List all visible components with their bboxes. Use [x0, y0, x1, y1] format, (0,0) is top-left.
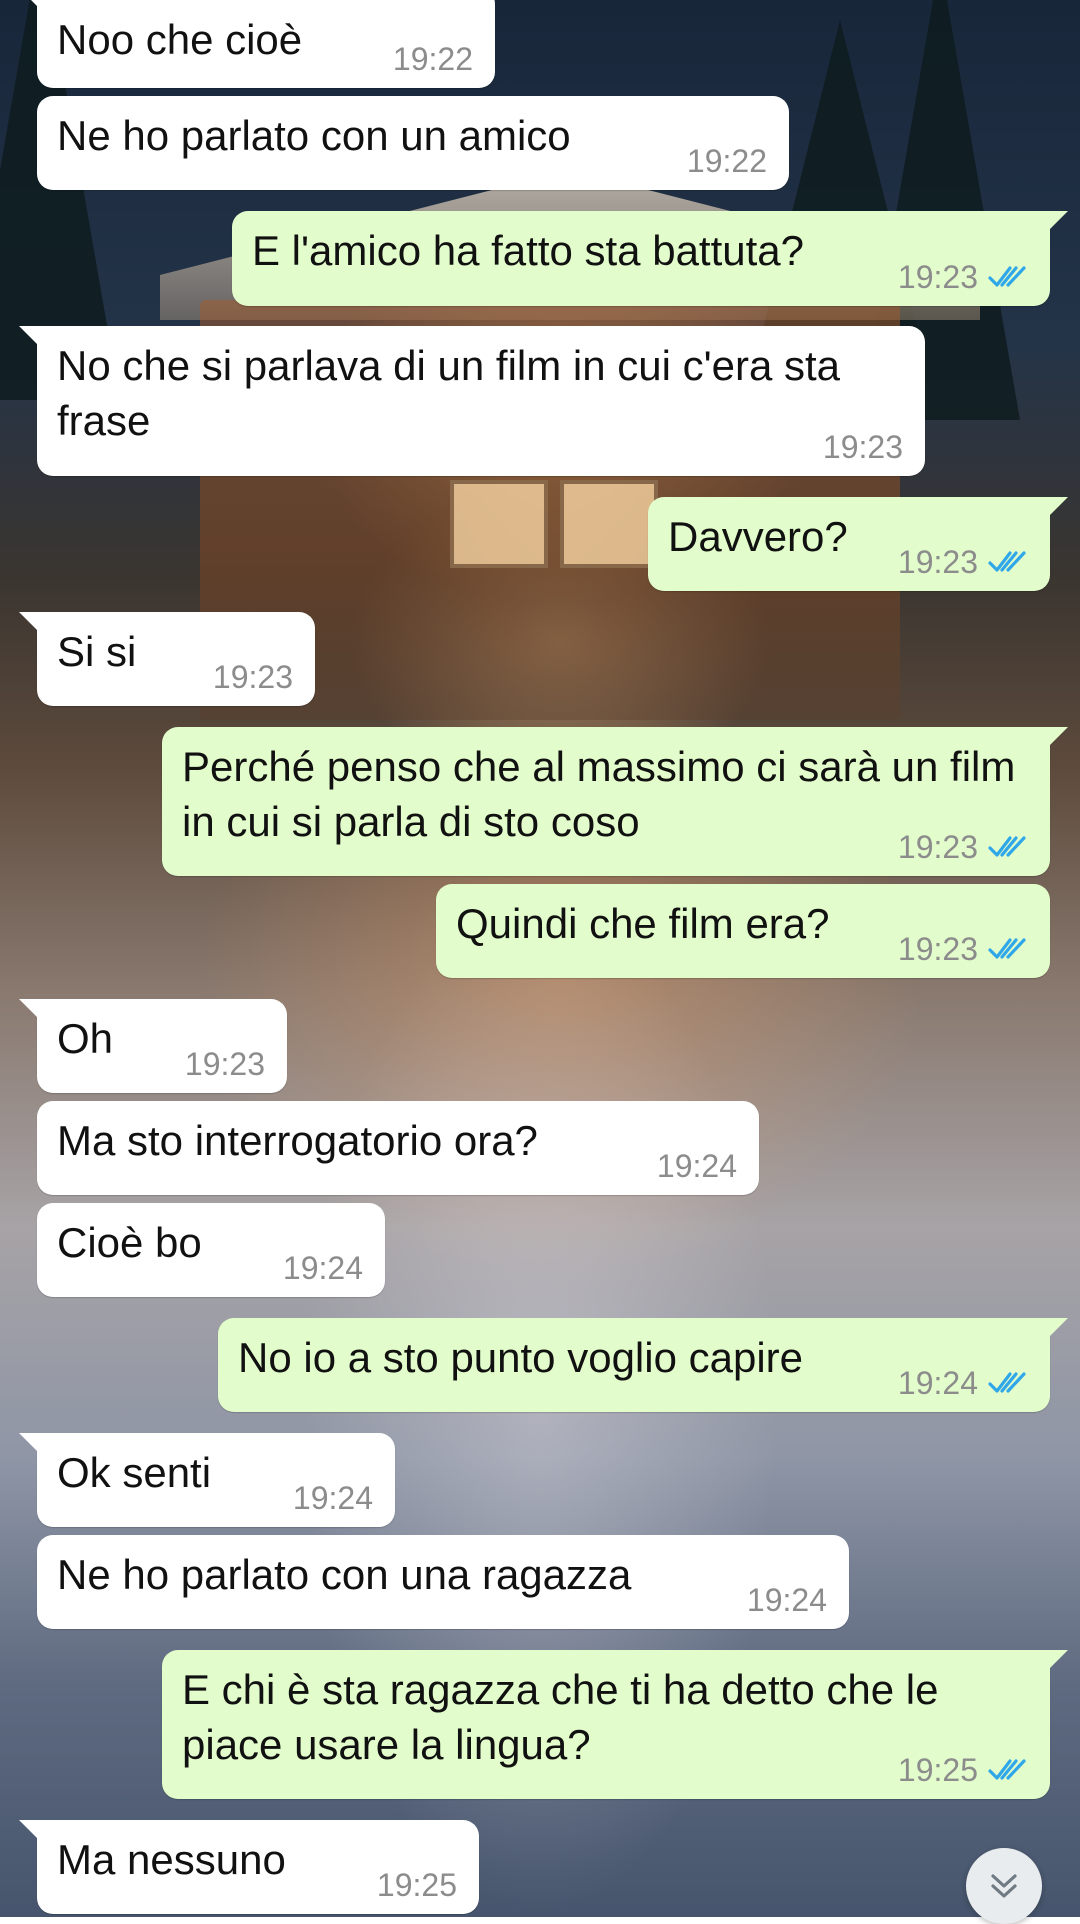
message-text: Ne ho parlato con un amico: [57, 112, 571, 159]
message-meta: 19:23: [213, 660, 293, 694]
message-time: 19:23: [897, 259, 978, 295]
double-check-icon: [988, 551, 1026, 572]
message-meta: 19:23: [185, 1047, 265, 1081]
message-meta: 19:23: [898, 830, 1028, 864]
message-meta: 19:24: [898, 1366, 1028, 1400]
message-text: No che si parlava di un film in cui c'er…: [57, 342, 841, 444]
message-bubble-incoming[interactable]: Ok senti 19:24: [19, 1433, 395, 1527]
message-meta: 19:22: [687, 144, 767, 178]
double-check-icon: [988, 836, 1026, 857]
message-meta: 19:23: [898, 545, 1028, 579]
message-time: 19:22: [686, 143, 767, 179]
message-time: 19:24: [897, 1365, 978, 1401]
message-meta: 19:24: [657, 1149, 737, 1183]
double-check-icon: [988, 938, 1026, 959]
scroll-to-bottom-button[interactable]: [966, 1848, 1042, 1924]
message-time: 19:24: [656, 1148, 737, 1184]
message-bubble-outgoing[interactable]: Davvero? 19:23: [648, 497, 1068, 591]
message-time: 19:25: [897, 1752, 978, 1788]
message-time: 19:24: [282, 1250, 363, 1286]
message-meta: 19:23: [823, 430, 903, 464]
double-chevron-down-icon: [991, 1874, 1017, 1898]
message-meta: 19:24: [293, 1481, 373, 1515]
message-time: 19:22: [392, 41, 473, 77]
message-time: 19:24: [746, 1582, 827, 1618]
message-text: Ne ho parlato con una ragazza: [57, 1551, 632, 1598]
message-meta: 19:23: [898, 932, 1028, 966]
message-time: 19:24: [292, 1480, 373, 1516]
message-time: 19:23: [897, 544, 978, 580]
double-check-icon: [988, 266, 1026, 287]
message-time: 19:23: [212, 659, 293, 695]
message-meta: 19:23: [898, 260, 1028, 294]
message-bubble-incoming[interactable]: Cioè bo 19:24: [37, 1203, 385, 1297]
message-meta: 19:24: [747, 1583, 827, 1617]
message-meta: 19:25: [898, 1753, 1028, 1787]
message-time: 19:23: [897, 829, 978, 865]
message-bubble-incoming[interactable]: Ne ho parlato con una ragazza 19:24: [37, 1535, 849, 1629]
double-check-icon: [988, 1759, 1026, 1780]
message-bubble-incoming[interactable]: Ma nessuno 19:25: [19, 1820, 479, 1914]
message-bubble-outgoing[interactable]: Perché penso che al massimo ci sarà un f…: [162, 727, 1068, 876]
message-bubble-outgoing[interactable]: E chi è sta ragazza che ti ha detto che …: [162, 1650, 1068, 1799]
message-meta: 19:25: [377, 1868, 457, 1902]
message-text: Ma sto interrogatorio ora?: [57, 1117, 538, 1164]
message-bubble-incoming[interactable]: Ma sto interrogatorio ora? 19:24: [37, 1101, 759, 1195]
message-bubble-outgoing[interactable]: Quindi che film era? 19:23: [436, 884, 1050, 978]
message-meta: 19:22: [393, 42, 473, 76]
message-time: 19:23: [822, 429, 903, 465]
message-bubble-outgoing[interactable]: No io a sto punto voglio capire 19:24: [218, 1318, 1068, 1412]
message-bubble-incoming[interactable]: Oh 19:23: [19, 999, 287, 1093]
message-bubble-incoming[interactable]: Noo che cioè 19:22: [19, 0, 495, 88]
message-list[interactable]: Noo che cioè 19:22 Ne ho parlato con un …: [0, 0, 1080, 1917]
double-check-icon: [988, 1372, 1026, 1393]
message-bubble-incoming[interactable]: Si si 19:23: [19, 612, 315, 706]
message-time: 19:25: [376, 1867, 457, 1903]
message-bubble-outgoing[interactable]: E l'amico ha fatto sta battuta? 19:23: [232, 211, 1068, 306]
message-time: 19:23: [184, 1046, 265, 1082]
message-meta: 19:24: [283, 1251, 363, 1285]
message-bubble-incoming[interactable]: Ne ho parlato con un amico 19:22: [37, 96, 789, 190]
message-bubble-incoming[interactable]: No che si parlava di un film in cui c'er…: [19, 326, 925, 476]
message-time: 19:23: [897, 931, 978, 967]
